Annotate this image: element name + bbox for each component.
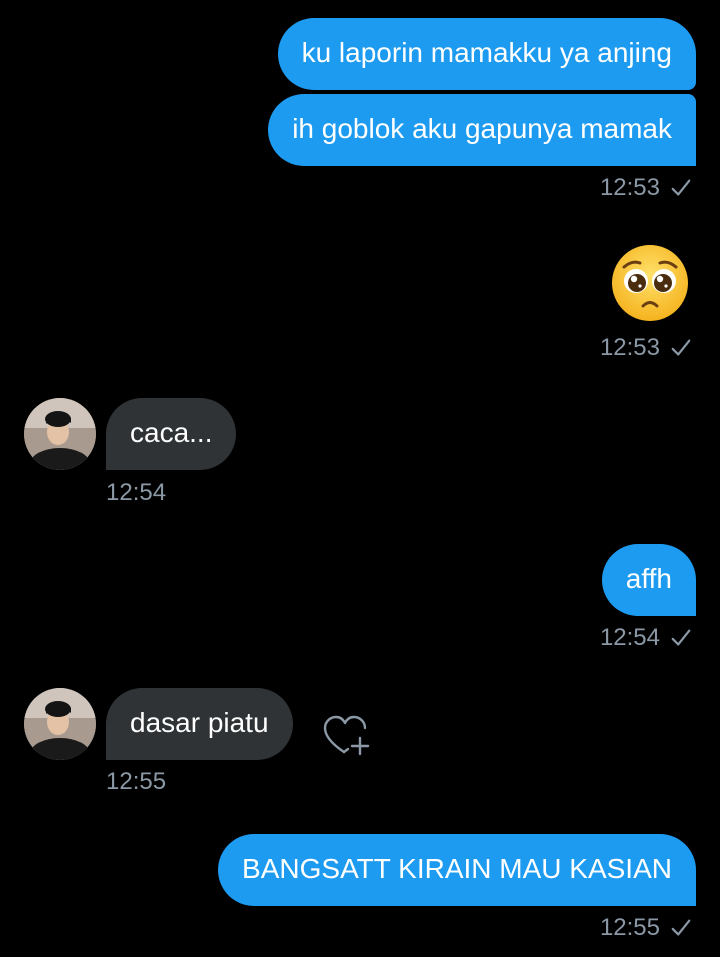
- message-timestamp: 12:53: [600, 334, 692, 362]
- message-bubble-received[interactable]: caca...: [106, 398, 237, 470]
- timestamp-text: 12:53: [599, 334, 660, 361]
- message-timestamp: 12:54: [106, 479, 167, 506]
- message-timestamp: 12:54: [600, 624, 692, 652]
- checkmark-icon: [671, 179, 691, 196]
- checkmark-icon: [671, 919, 691, 936]
- timestamp-text: 12:53: [599, 174, 660, 201]
- message-bubble-received[interactable]: dasar piatu: [106, 688, 293, 760]
- message-bubble-sent[interactable]: BANGSATT KIRAIN MAU KASIAN: [218, 834, 696, 906]
- message-bubble-sent[interactable]: affh: [601, 544, 696, 616]
- pleading-face-icon[interactable]: [610, 243, 690, 323]
- message-timestamp: 12:55: [600, 914, 692, 942]
- avatar[interactable]: [24, 688, 96, 760]
- timestamp-text: 12:55: [599, 914, 660, 941]
- avatar[interactable]: [24, 398, 96, 470]
- heart-plus-icon[interactable]: [322, 714, 372, 760]
- message-bubble-sent[interactable]: ih goblok aku gapunya mamak: [268, 94, 696, 166]
- avatar-image: [24, 398, 96, 470]
- message-timestamp: 12:53: [600, 174, 692, 202]
- checkmark-icon: [671, 629, 691, 646]
- checkmark-icon: [671, 339, 691, 356]
- message-bubble-sent[interactable]: ku laporin mamakku ya anjing: [277, 18, 696, 90]
- message-timestamp: 12:55: [106, 768, 167, 795]
- avatar-image: [24, 688, 96, 760]
- timestamp-text: 12:54: [599, 624, 660, 651]
